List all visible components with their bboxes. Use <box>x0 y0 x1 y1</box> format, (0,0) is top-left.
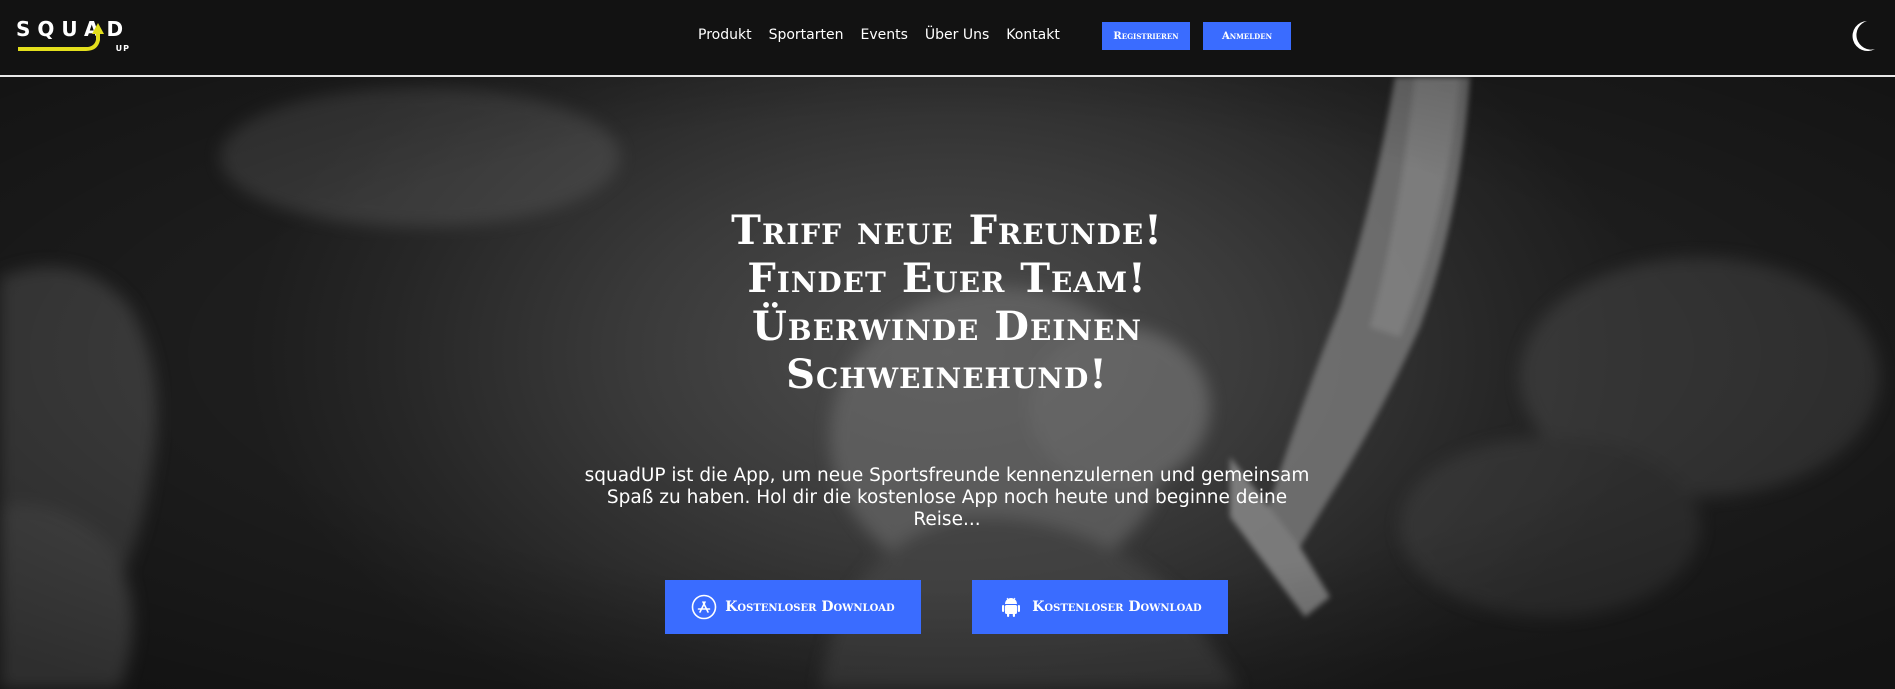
squadup-logo[interactable]: SQUAD UP <box>16 18 138 56</box>
hero-headline: Triff neue Freunde! Findet Euer Team! Üb… <box>547 207 1347 399</box>
ios-download-button[interactable]: Kostenloser Download <box>665 580 921 634</box>
ios-download-label: Kostenloser Download <box>725 599 895 615</box>
app-store-icon <box>691 594 717 620</box>
site-header: SQUAD UP Produkt Sportarten Events Über … <box>0 0 1895 77</box>
main-nav: Produkt Sportarten Events Über Uns Konta… <box>698 26 1060 44</box>
nav-item-sportarten[interactable]: Sportarten <box>769 26 844 44</box>
hero-lead-text: squadUP ist die App, um neue Sportsfreun… <box>584 465 1310 530</box>
headline-line-3: Überwinde Deinen <box>752 303 1142 350</box>
moon-icon[interactable] <box>1847 19 1877 53</box>
nav-item-kontakt[interactable]: Kontakt <box>1006 26 1060 44</box>
register-button[interactable]: Registrieren <box>1102 22 1190 50</box>
android-icon <box>1002 597 1021 617</box>
hero-section: Triff neue Freunde! Findet Euer Team! Üb… <box>0 77 1895 689</box>
nav-item-ueber-uns[interactable]: Über Uns <box>925 26 989 44</box>
page: SQUAD UP Produkt Sportarten Events Über … <box>0 0 1895 689</box>
nav-item-events[interactable]: Events <box>860 26 907 44</box>
headline-line-2: Findet Euer Team! <box>747 255 1147 302</box>
android-download-label: Kostenloser Download <box>1032 599 1202 615</box>
nav-item-produkt[interactable]: Produkt <box>698 26 752 44</box>
logo-sub: UP <box>115 44 130 53</box>
login-button[interactable]: Anmelden <box>1203 22 1291 50</box>
headline-line-1: Triff neue Freunde! <box>731 207 1163 254</box>
headline-line-4: Schweinehund! <box>786 351 1108 398</box>
android-download-button[interactable]: Kostenloser Download <box>972 580 1228 634</box>
